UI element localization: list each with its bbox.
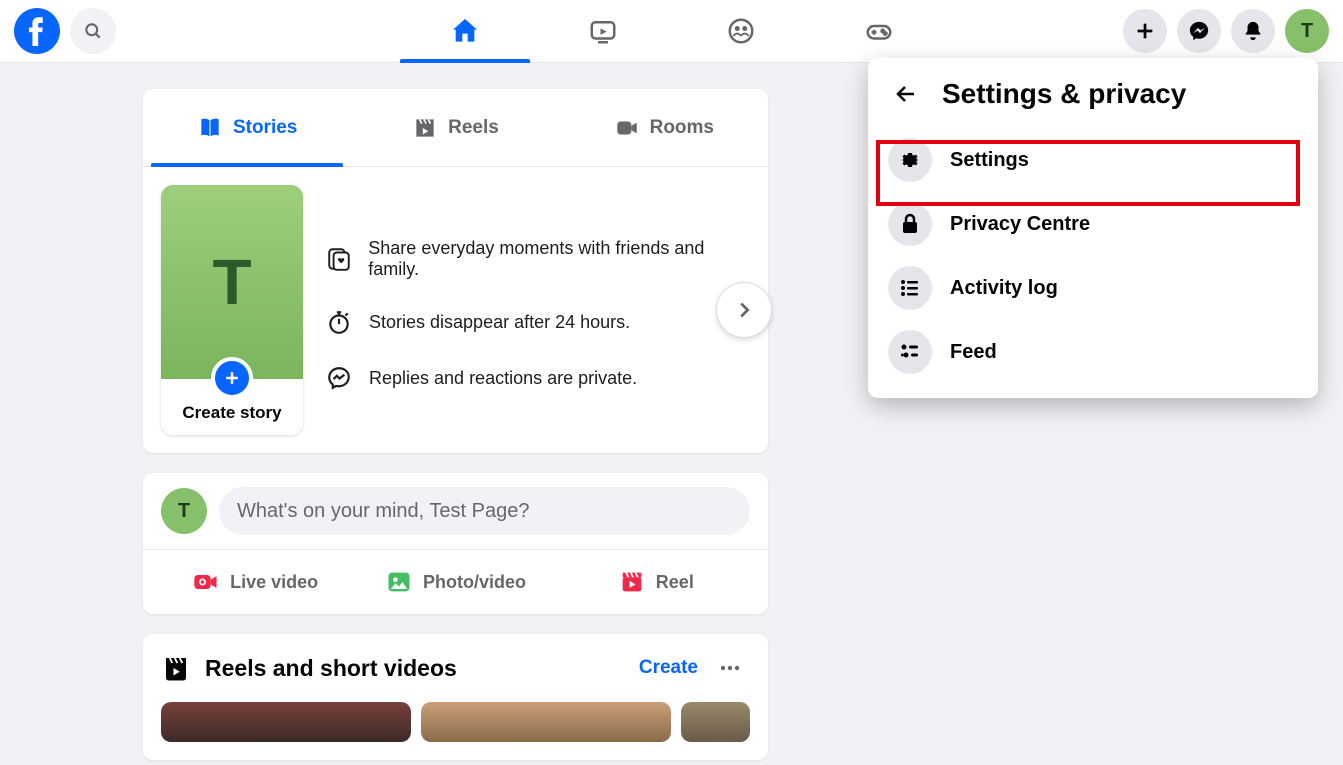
- header-left: [0, 8, 116, 54]
- header-right: T: [1123, 9, 1343, 53]
- gear-icon: [888, 138, 932, 182]
- story-info-row: Share everyday moments with friends and …: [325, 238, 750, 280]
- book-icon: [197, 115, 223, 141]
- profile-letter: T: [212, 245, 251, 319]
- action-label: Reel: [656, 572, 694, 593]
- menu-item-privacy-centre[interactable]: Privacy Centre: [874, 192, 1312, 256]
- reels-card: Reels and short videos Create: [143, 634, 768, 760]
- clapper-icon: [412, 115, 438, 141]
- tab-rooms[interactable]: Rooms: [560, 89, 768, 166]
- nav-home[interactable]: [400, 0, 530, 63]
- stories-tabbar: Stories Reels Rooms: [143, 89, 768, 167]
- live-video-button[interactable]: Live video: [155, 558, 355, 606]
- account-menu-button[interactable]: T: [1285, 9, 1329, 53]
- list-icon: [888, 266, 932, 310]
- dropdown-title: Settings & privacy: [942, 78, 1186, 110]
- stories-info: Share everyday moments with friends and …: [325, 228, 750, 392]
- chevron-right-icon: [733, 299, 755, 321]
- clapper-icon: [161, 653, 191, 683]
- story-info-text: Share everyday moments with friends and …: [368, 238, 750, 280]
- lock-icon: [888, 202, 932, 246]
- reel-button[interactable]: Reel: [556, 558, 756, 606]
- composer-actions: Live video Photo/video Reel: [143, 549, 768, 614]
- main-feed: Stories Reels Rooms T Create story: [143, 63, 768, 760]
- composer-card: T What's on your mind, Test Page? Live v…: [143, 473, 768, 614]
- create-menu-button[interactable]: [1123, 9, 1167, 53]
- tab-label: Rooms: [650, 117, 714, 139]
- menu-label: Feed: [950, 341, 997, 364]
- menu-item-settings[interactable]: Settings: [874, 128, 1312, 192]
- nav-watch[interactable]: [538, 0, 668, 63]
- stories-next-button[interactable]: [716, 282, 772, 338]
- watch-icon: [588, 16, 618, 46]
- reels-title-wrap: Reels and short videos: [161, 653, 627, 683]
- reels-create-link[interactable]: Create: [639, 657, 698, 679]
- cards-heart-icon: [325, 245, 352, 273]
- notifications-button[interactable]: [1231, 9, 1275, 53]
- messenger-icon: [1188, 20, 1210, 42]
- back-button[interactable]: [888, 76, 924, 112]
- video-icon: [614, 115, 640, 141]
- reel-icon: [618, 568, 646, 596]
- composer-avatar[interactable]: T: [161, 488, 207, 534]
- search-button[interactable]: [70, 8, 116, 54]
- nav-gaming[interactable]: [814, 0, 944, 63]
- menu-item-feed[interactable]: Feed: [874, 320, 1312, 384]
- groups-icon: [726, 16, 756, 46]
- story-info-row: Stories disappear after 24 hours.: [325, 308, 750, 336]
- home-icon: [449, 15, 481, 47]
- dropdown-header: Settings & privacy: [874, 68, 1312, 128]
- photo-icon: [385, 568, 413, 596]
- menu-label: Settings: [950, 149, 1029, 172]
- reels-header: Reels and short videos Create: [143, 634, 768, 702]
- stories-body: T Create story Share everyday moments wi…: [143, 167, 768, 453]
- story-info-text: Replies and reactions are private.: [369, 368, 637, 389]
- tab-reels[interactable]: Reels: [351, 89, 559, 166]
- create-story-plus: [211, 357, 253, 399]
- nav-groups[interactable]: [676, 0, 806, 63]
- menu-item-activity-log[interactable]: Activity log: [874, 256, 1312, 320]
- create-story-image: T: [161, 185, 303, 379]
- composer-placeholder: What's on your mind, Test Page?: [237, 500, 530, 523]
- reels-thumbnails: [143, 702, 768, 760]
- feed-icon: [888, 330, 932, 374]
- menu-label: Activity log: [950, 277, 1058, 300]
- camera-live-icon: [192, 568, 220, 596]
- search-icon: [83, 21, 103, 41]
- composer-input[interactable]: What's on your mind, Test Page?: [219, 487, 750, 535]
- composer-top: T What's on your mind, Test Page?: [143, 473, 768, 549]
- create-story-tile[interactable]: T Create story: [161, 185, 303, 435]
- story-info-row: Replies and reactions are private.: [325, 364, 750, 392]
- reel-thumbnail[interactable]: [681, 702, 750, 742]
- stories-card: Stories Reels Rooms T Create story: [143, 89, 768, 453]
- reels-title: Reels and short videos: [205, 655, 457, 682]
- messenger-outline-icon: [325, 364, 353, 392]
- plus-icon: [222, 368, 242, 388]
- reels-more-button[interactable]: [710, 648, 750, 688]
- top-header: T: [0, 0, 1343, 63]
- messenger-button[interactable]: [1177, 9, 1221, 53]
- more-icon: [718, 656, 742, 680]
- tab-label: Reels: [448, 117, 499, 139]
- avatar-initial: T: [1301, 20, 1313, 43]
- tab-label: Stories: [233, 117, 297, 139]
- action-label: Photo/video: [423, 572, 526, 593]
- arrow-left-icon: [894, 82, 918, 106]
- bell-icon: [1242, 20, 1264, 42]
- photo-video-button[interactable]: Photo/video: [355, 558, 555, 606]
- avatar-initial: T: [178, 500, 190, 523]
- tab-stories[interactable]: Stories: [143, 89, 351, 166]
- gaming-icon: [864, 16, 894, 46]
- reel-thumbnail[interactable]: [421, 702, 671, 742]
- settings-privacy-dropdown: Settings & privacy Settings Privacy Cent…: [868, 58, 1318, 398]
- stopwatch-icon: [325, 308, 353, 336]
- reel-thumbnail[interactable]: [161, 702, 411, 742]
- menu-label: Privacy Centre: [950, 213, 1090, 236]
- plus-icon: [1134, 20, 1156, 42]
- story-info-text: Stories disappear after 24 hours.: [369, 312, 630, 333]
- facebook-logo[interactable]: [14, 8, 60, 54]
- action-label: Live video: [230, 572, 318, 593]
